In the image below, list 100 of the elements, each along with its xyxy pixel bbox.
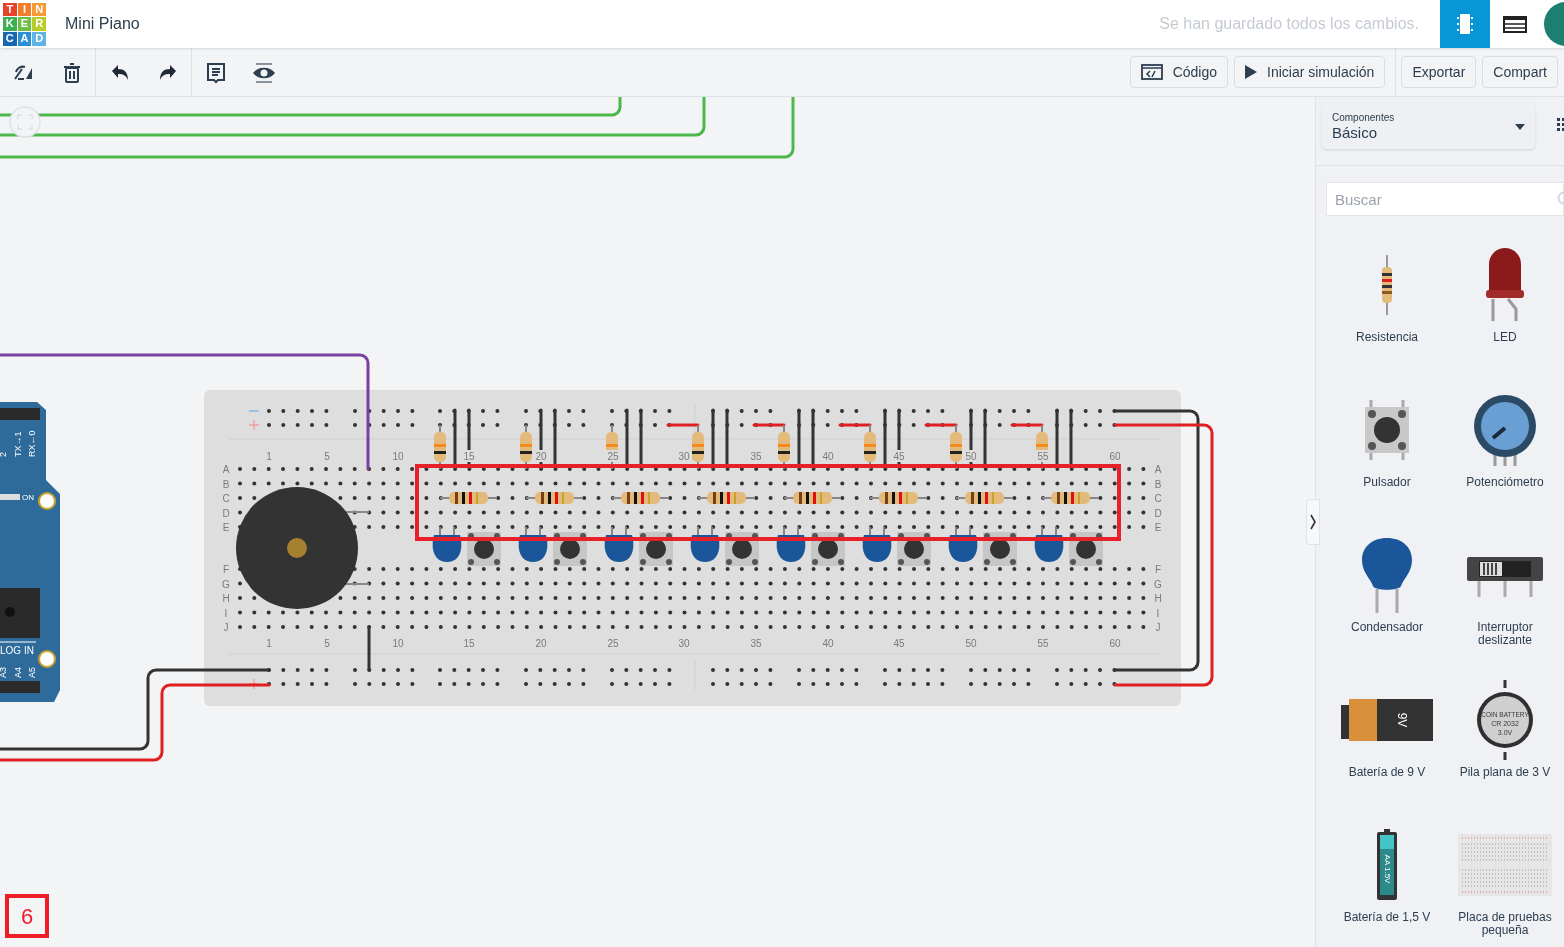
column-number: 60 xyxy=(1109,638,1121,649)
column-number: 30 xyxy=(678,638,690,649)
switch-label: ON xyxy=(22,493,34,502)
arduino-board-drawing[interactable] xyxy=(0,402,60,702)
column-number: 15 xyxy=(463,451,475,462)
capacitor-drawing[interactable] xyxy=(948,526,978,562)
resistor-drawing[interactable] xyxy=(864,424,876,470)
pin-label: A3 xyxy=(0,667,8,678)
capacitor-drawing[interactable] xyxy=(862,526,892,562)
component-tile[interactable]: Placa de pruebas pequeña xyxy=(1446,822,1564,947)
column-number: 1 xyxy=(266,638,272,649)
dropdown-label: Componentes xyxy=(1332,111,1396,124)
dropdown-value: Básico xyxy=(1332,123,1379,142)
play-icon xyxy=(1245,65,1257,79)
toolbar-button[interactable]: Compart xyxy=(1482,56,1558,88)
row-letter: E xyxy=(1154,522,1162,533)
column-number: 15 xyxy=(463,638,475,649)
component-name: Condensador xyxy=(1349,621,1425,634)
capacitor-drawing[interactable] xyxy=(518,526,548,562)
search-field[interactable]: Buscar xyxy=(1326,182,1564,216)
row-letter: D xyxy=(222,507,230,519)
resistor-drawing[interactable] xyxy=(955,492,1014,504)
aa-battery-icon: AA 1.5V xyxy=(1375,829,1399,901)
row-letter: C xyxy=(1154,493,1162,504)
capacitor-drawing[interactable] xyxy=(690,526,720,562)
toolbar-button[interactable]: Código xyxy=(1129,56,1228,88)
row-letter: J xyxy=(1155,622,1161,633)
column-number: 60 xyxy=(1109,451,1121,462)
column-number: 5 xyxy=(324,638,330,649)
pin-label: A5 xyxy=(27,667,37,678)
breadboard-icon xyxy=(1458,834,1552,896)
resistor-drawing[interactable] xyxy=(692,424,704,470)
wire[interactable] xyxy=(0,683,271,762)
wire[interactable] xyxy=(0,353,370,471)
column-number: 10 xyxy=(392,451,404,462)
resistor-drawing[interactable] xyxy=(611,492,670,504)
toolbar-button[interactable]: Iniciar simulación xyxy=(1234,56,1386,88)
column-number: 45 xyxy=(893,451,905,462)
component-tile[interactable]: Interruptor deslizante xyxy=(1446,532,1564,677)
resistor-drawing[interactable] xyxy=(869,492,928,504)
pushbutton-icon xyxy=(1363,400,1411,460)
column-number: 20 xyxy=(535,638,547,649)
component-name: Batería de 9 V xyxy=(1347,766,1427,779)
row-letter: G xyxy=(222,578,230,590)
logo[interactable]: T I N K E R C A D xyxy=(3,2,46,46)
component-tile[interactable]: Condensador xyxy=(1328,532,1446,677)
resistor-drawing[interactable] xyxy=(520,424,532,470)
column-number: 1 xyxy=(266,451,272,462)
capacitor-drawing[interactable] xyxy=(432,526,462,562)
caret-icon xyxy=(1515,123,1526,130)
row-letter: A xyxy=(1154,464,1162,475)
capacitor-drawing[interactable] xyxy=(604,526,634,562)
capacitor-drawing[interactable] xyxy=(776,526,806,562)
notes-icon xyxy=(204,60,228,85)
component-tile[interactable]: Potenciómetro xyxy=(1446,387,1564,532)
component-tile[interactable]: AA 1.5V Batería de 1,5 V xyxy=(1328,822,1446,947)
component-tile[interactable]: LED xyxy=(1446,242,1564,387)
save-status: Se han guardado todos los cambios. xyxy=(1159,14,1419,34)
component-name: LED xyxy=(1492,331,1518,344)
toolbar-button[interactable]: Exportar xyxy=(1401,56,1477,88)
component-name: Interruptor deslizante xyxy=(1476,621,1534,647)
pin-label: 2 xyxy=(0,452,8,457)
annotation-label: 6 xyxy=(5,894,49,938)
row-letter: A xyxy=(222,464,230,475)
column-number: 50 xyxy=(965,451,977,462)
resistor-drawing[interactable] xyxy=(434,424,446,470)
column-number: 35 xyxy=(750,451,762,462)
chevron-icon xyxy=(1310,514,1316,530)
pin-label: RX←0 xyxy=(27,430,37,457)
resistor-icon xyxy=(1380,255,1394,315)
component-tile[interactable]: Pulsador xyxy=(1328,387,1446,532)
component-name: Placa de pruebas pequeña xyxy=(1457,911,1553,937)
column-number: 40 xyxy=(822,451,834,462)
column-number: 55 xyxy=(1037,638,1049,649)
resistor-drawing[interactable] xyxy=(778,424,790,470)
project-title: Mini Piano xyxy=(65,14,140,34)
row-letter: D xyxy=(1154,507,1162,519)
component-dropdown[interactable]: Componentes Básico xyxy=(1322,104,1536,149)
code-icon xyxy=(1140,64,1163,80)
column-number: 55 xyxy=(1037,451,1049,462)
column-number: 35 xyxy=(750,638,762,649)
capacitor-drawing[interactable] xyxy=(1034,526,1064,562)
collapse-handle[interactable] xyxy=(1306,499,1320,545)
resistor-drawing[interactable] xyxy=(950,424,962,470)
grid-icon[interactable] xyxy=(1557,118,1564,132)
buzzer-drawing[interactable] xyxy=(236,487,370,609)
component-tile[interactable]: Resistencia xyxy=(1328,242,1446,387)
component-tile[interactable]: 9V Batería de 9 V xyxy=(1328,677,1446,822)
row-letter: C xyxy=(222,493,230,504)
resistor-drawing[interactable] xyxy=(525,492,584,504)
resistor-drawing[interactable] xyxy=(1041,492,1100,504)
resistor-drawing[interactable] xyxy=(439,492,498,504)
view-button[interactable] xyxy=(1490,0,1540,48)
resistor-drawing[interactable] xyxy=(783,492,842,504)
resistor-drawing[interactable] xyxy=(697,492,756,504)
capacitor-icon xyxy=(1360,537,1414,613)
column-number: 25 xyxy=(607,451,619,462)
column-number: 20 xyxy=(535,451,547,462)
potentiometer-icon xyxy=(1473,394,1537,466)
wire[interactable] xyxy=(0,668,271,751)
